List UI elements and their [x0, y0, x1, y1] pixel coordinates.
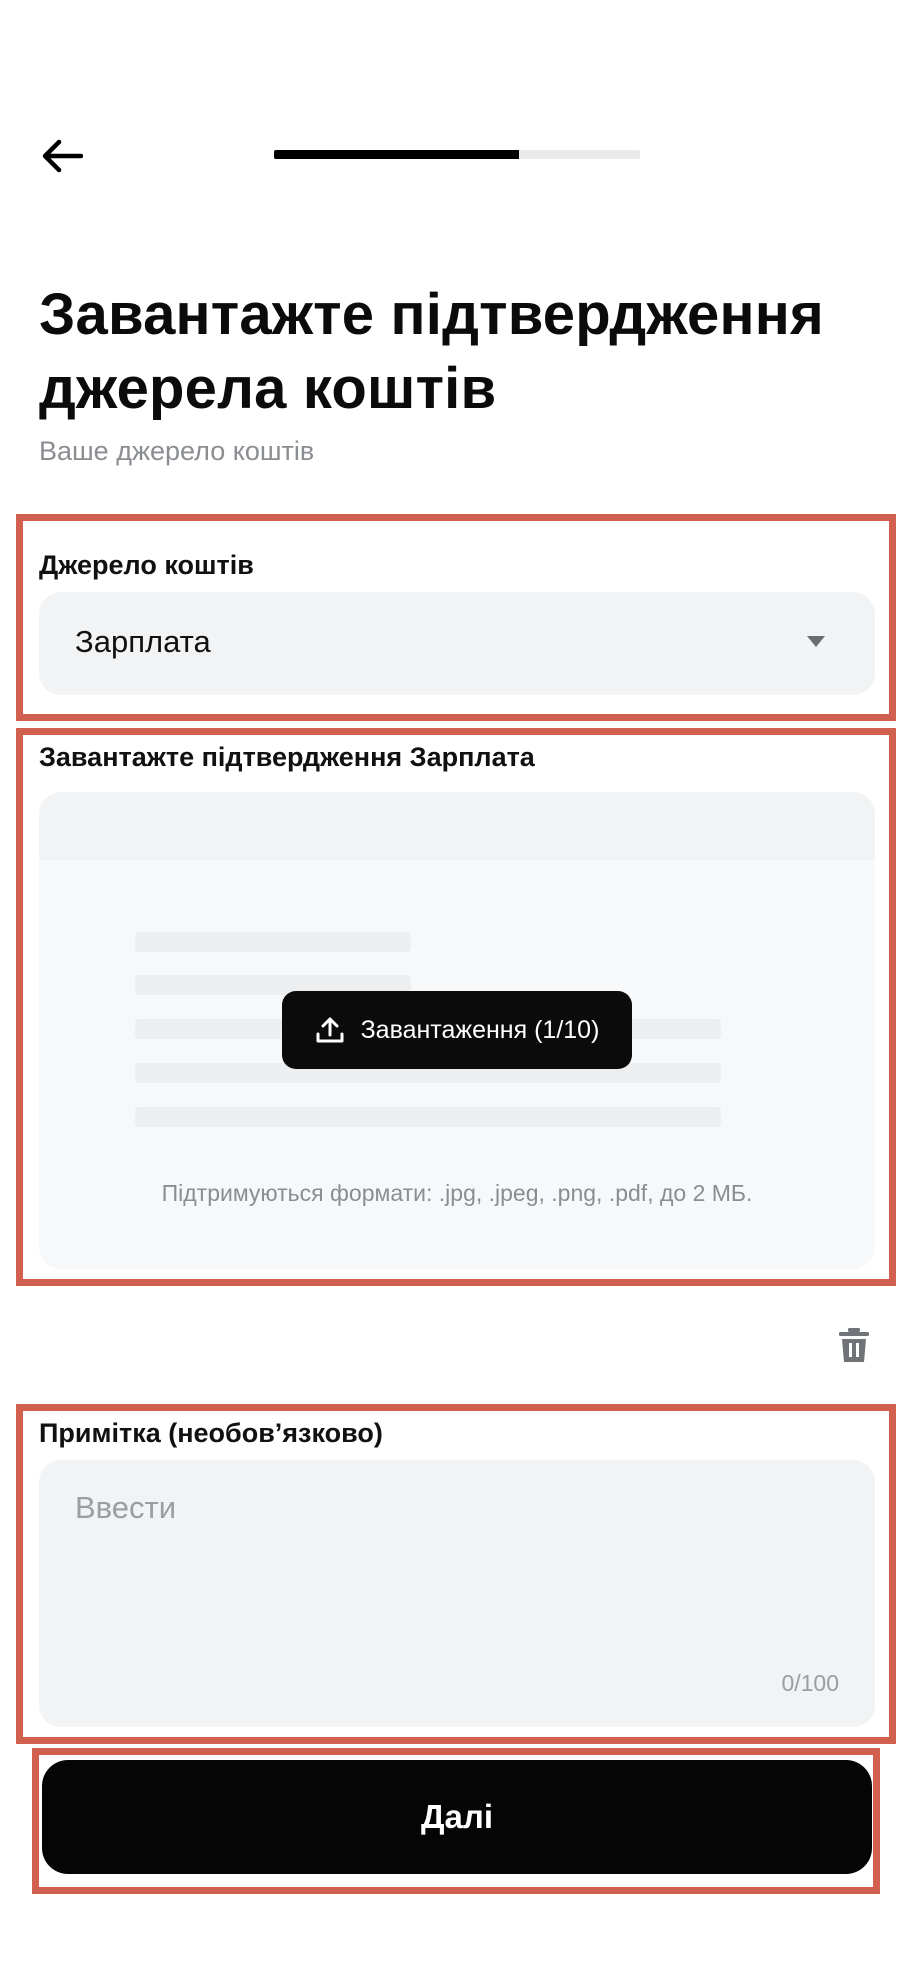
upload-icon [316, 1017, 344, 1043]
page-title: Завантажте підтвердження джерела коштів [39, 282, 824, 421]
delete-button[interactable] [838, 1327, 874, 1367]
upload-dropzone-header [39, 792, 875, 860]
document-placeholder-line [135, 1107, 721, 1127]
upload-label: Завантажте підтвердження Зарплата [39, 742, 535, 772]
arrow-left-icon [42, 139, 83, 173]
note-placeholder: Ввести [75, 1490, 177, 1525]
next-button[interactable]: Далі [42, 1760, 872, 1874]
trash-icon [839, 1328, 869, 1362]
source-select[interactable]: Зарплата [39, 592, 875, 695]
progress-fill [274, 150, 520, 159]
upload-button[interactable]: Завантаження (1/10) [282, 991, 632, 1069]
source-select-value: Зарплата [75, 624, 211, 659]
document-placeholder-line [135, 932, 411, 952]
back-button[interactable] [36, 130, 88, 182]
page-subtitle: Ваше джерело коштів [39, 436, 315, 466]
caret-down-icon [807, 636, 825, 647]
next-button-label: Далі [421, 1798, 493, 1835]
note-label: Примітка (необов’язково) [39, 1418, 383, 1448]
formats-hint: Підтримуються формати: .jpg, .jpeg, .png… [161, 1180, 753, 1206]
progress-bar [274, 150, 640, 159]
source-field-label: Джерело коштів [39, 550, 254, 580]
note-textarea[interactable]: Ввести 0/100 [39, 1460, 875, 1727]
note-char-counter: 0/100 [781, 1670, 839, 1696]
upload-button-label: Завантаження (1/10) [360, 1015, 600, 1044]
